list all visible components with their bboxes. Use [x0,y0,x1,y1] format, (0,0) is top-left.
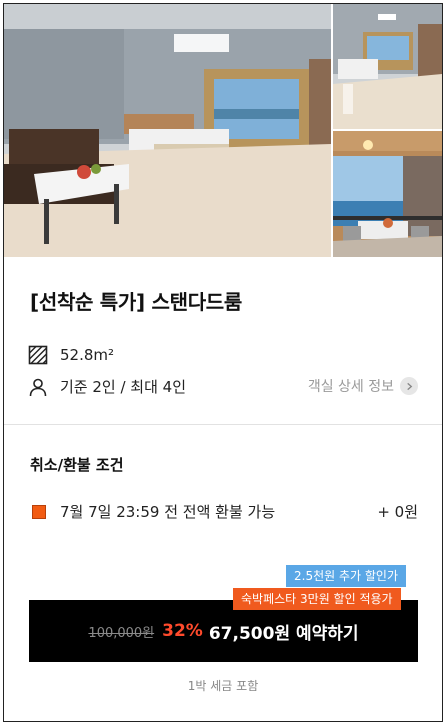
balcony-photo[interactable] [333,131,442,257]
main-room-photo[interactable] [4,4,331,257]
room-size-value: 52.8m² [60,346,115,364]
hatched-square-icon [28,345,48,365]
refund-policy-row: 7월 7일 23:59 전 전액 환불 가능 + 0원 [32,501,418,522]
tax-note: 1박 세금 포함 [187,679,259,693]
reserve-label: 67,500원 예약하기 [208,623,359,644]
policy-marker-icon [32,504,46,519]
room-photo-gallery[interactable] [4,4,442,257]
person-icon [28,377,48,397]
room-title: [선착순 특가] 스탠다드룸 [30,290,243,314]
room-side-photo[interactable] [333,4,442,129]
room-size-row: 52.8m² [28,345,114,365]
cancellation-section-title: 취소/환불 조건 [30,456,124,474]
chevron-right-icon [400,377,418,395]
room-capacity-value: 기준 2인 / 최대 4인 [60,378,187,396]
original-price: 100,000원 [88,625,155,641]
room-capacity-row: 기준 2인 / 최대 4인 [28,376,186,397]
refund-policy-amount: + 0원 [377,503,418,521]
room-detail-link[interactable]: 객실 상세 정보 [308,376,418,396]
refund-policy-text: 7월 7일 23:59 전 전액 환불 가능 [60,503,276,521]
festa-discount-badge: 숙박페스타 3만원 할인 적용가 [233,588,401,610]
room-detail-label: 객실 상세 정보 [307,379,394,395]
section-divider [4,424,442,425]
discount-rate: 32% [162,621,203,641]
room-card: [선착순 특가] 스탠다드룸 52.8m² 기준 2인 / 최대 4인 객실 상… [3,3,443,722]
extra-discount-badge: 2.5천원 추가 할인가 [286,565,406,587]
